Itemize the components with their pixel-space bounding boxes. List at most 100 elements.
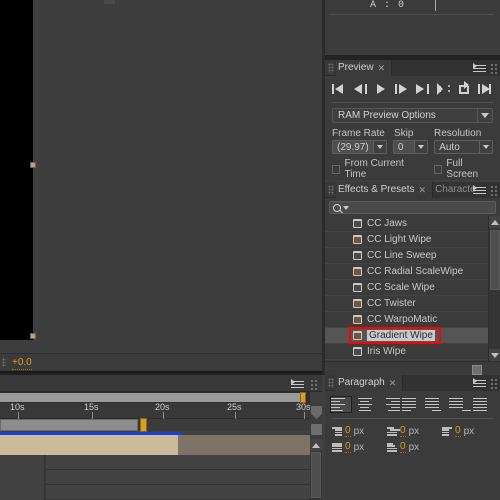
close-icon[interactable]: ✕: [419, 182, 427, 198]
panel-grip-icon[interactable]: [328, 62, 334, 73]
tab-effects-and-presets[interactable]: Effects & Presets ✕: [336, 181, 434, 198]
new-folder-icon[interactable]: [472, 365, 482, 375]
play-button[interactable]: [374, 82, 389, 95]
indent-first-line-unit: px: [408, 425, 420, 437]
effect-list-item[interactable]: CC Twister: [325, 296, 500, 312]
panel-drag-dots-icon[interactable]: [490, 185, 498, 196]
layer-track-row[interactable]: [0, 435, 310, 455]
viewer-value[interactable]: +0.0: [12, 357, 32, 370]
effects-list[interactable]: CC Jaws CC Light Wipe CC Line Sweep CC Radi…: [325, 216, 500, 361]
layer-handle-icon[interactable]: [30, 333, 36, 339]
justify-all-button[interactable]: [473, 396, 496, 413]
work-area-range[interactable]: [0, 393, 303, 402]
viewer-grip-icon: [2, 358, 6, 367]
indent-right-margin-value[interactable]: 0: [455, 425, 461, 437]
scroll-down-arrow-icon[interactable]: [489, 349, 500, 361]
ram-preview-options-dropdown[interactable]: RAM Preview Options: [332, 108, 493, 123]
justify-last-center-button[interactable]: [425, 396, 448, 413]
panel-menu-icon[interactable]: [473, 378, 486, 388]
tab-paragraph[interactable]: Paragraph ✕: [336, 374, 404, 391]
alpha-value-field[interactable]: A : 0: [370, 0, 405, 11]
ram-preview-button[interactable]: [477, 82, 493, 95]
full-screen-checkbox[interactable]: Full Screen: [433, 158, 493, 180]
timeline-ruler[interactable]: 10s 15s 20s 25s 30s: [0, 402, 311, 419]
indent-right-margin-field[interactable]: 0 px: [440, 423, 495, 439]
indent-left-margin-field[interactable]: 0 px: [330, 423, 385, 439]
panel-drag-dots-icon[interactable]: [490, 378, 498, 389]
tab-preview[interactable]: Preview ✕: [336, 59, 393, 76]
effect-list-item[interactable]: CC WarpoMatic: [325, 312, 500, 328]
text-caret: [435, 0, 436, 11]
timeline-panel: 10s 15s 20s 25s 30s: [0, 375, 322, 500]
close-icon[interactable]: ✕: [389, 375, 397, 391]
last-frame-button[interactable]: [415, 82, 430, 95]
effect-list-item[interactable]: Gradient Wipe: [325, 328, 500, 344]
indent-first-line-field[interactable]: 0 px: [385, 423, 440, 439]
comp-flowchart-icon[interactable]: [311, 406, 322, 419]
frame-rate-dropdown[interactable]: (29.97): [332, 140, 387, 154]
align-right-button[interactable]: [377, 396, 400, 413]
effect-32bit-icon: [353, 347, 362, 356]
audio-button[interactable]: [436, 82, 451, 95]
effect-list-item[interactable]: CC Jaws: [325, 216, 500, 232]
effect-list-item[interactable]: CC Line Sweep: [325, 248, 500, 264]
effects-scrollbar[interactable]: [488, 216, 500, 361]
composition-canvas[interactable]: [0, 0, 33, 340]
effect-list-item-label: CC Light Wipe: [367, 234, 432, 245]
chevron-down-icon[interactable]: [477, 109, 492, 122]
resolution-dropdown[interactable]: Auto: [434, 140, 493, 154]
layer-clip-bar[interactable]: [0, 435, 178, 455]
panel-grip-icon[interactable]: [328, 184, 334, 195]
panel-drag-dots-icon[interactable]: [310, 379, 318, 390]
scroll-up-arrow-icon[interactable]: [310, 439, 322, 451]
space-before-paragraph-value[interactable]: 0: [345, 441, 351, 453]
checkbox-icon[interactable]: [332, 164, 341, 174]
skip-label: Skip: [394, 128, 414, 139]
panel-grip-icon[interactable]: [328, 377, 334, 388]
chevron-down-icon[interactable]: [343, 205, 349, 210]
space-after-paragraph-field[interactable]: 0 px: [385, 439, 440, 455]
effect-list-item[interactable]: Iris Wipe: [325, 344, 500, 360]
effect-list-item[interactable]: CC Scale Wipe: [325, 280, 500, 296]
space-after-paragraph-value[interactable]: 0: [400, 441, 406, 453]
preview-field-labels: Frame Rate Skip Resolution: [332, 128, 493, 139]
effect-list-item[interactable]: CC Radial ScaleWipe: [325, 264, 500, 280]
scroll-thumb[interactable]: [490, 230, 500, 290]
current-time-indicator[interactable]: [140, 418, 147, 432]
timeline-vertical-scrollbar[interactable]: [310, 439, 322, 500]
search-input[interactable]: [329, 201, 496, 214]
panel-menu-icon[interactable]: [473, 185, 486, 195]
panel-menu-icon[interactable]: [473, 63, 486, 73]
loop-button[interactable]: [457, 81, 472, 95]
layer-handle-icon[interactable]: [30, 162, 36, 168]
next-frame-button[interactable]: [394, 82, 410, 95]
timeline-empty-row[interactable]: [0, 485, 310, 500]
chevron-down-icon[interactable]: [372, 141, 386, 153]
align-center-button[interactable]: [353, 396, 376, 413]
scroll-thumb[interactable]: [311, 452, 321, 498]
composition-viewer[interactable]: [0, 0, 322, 353]
align-left-button[interactable]: [330, 396, 352, 413]
scroll-up-arrow-icon[interactable]: [489, 216, 500, 228]
close-icon[interactable]: ✕: [378, 60, 386, 76]
space-before-paragraph-field[interactable]: 0 px: [330, 439, 385, 455]
panel-menu-icon[interactable]: [291, 379, 304, 389]
skip-dropdown[interactable]: 0: [392, 140, 429, 154]
chevron-down-icon[interactable]: [479, 141, 492, 153]
camera-icon[interactable]: [311, 424, 322, 435]
timeline-empty-row[interactable]: [0, 470, 310, 485]
checkbox-icon[interactable]: [433, 164, 443, 174]
from-current-time-checkbox[interactable]: From Current Time: [332, 158, 422, 180]
chevron-down-icon[interactable]: [414, 141, 428, 153]
justify-last-left-button[interactable]: [401, 396, 424, 413]
preview-divider: [332, 102, 493, 103]
preview-body: RAM Preview Options Frame Rate Skip Reso…: [325, 76, 500, 180]
previous-frame-button[interactable]: [353, 82, 368, 95]
effect-list-item[interactable]: CC Light Wipe: [325, 232, 500, 248]
justify-last-right-button[interactable]: [449, 396, 472, 413]
first-frame-button[interactable]: [332, 82, 347, 95]
indent-left-margin-value[interactable]: 0: [345, 425, 351, 437]
timeline-empty-row[interactable]: [0, 455, 310, 470]
panel-drag-dots-icon[interactable]: [490, 63, 498, 74]
indent-first-line-value[interactable]: 0: [400, 425, 406, 437]
